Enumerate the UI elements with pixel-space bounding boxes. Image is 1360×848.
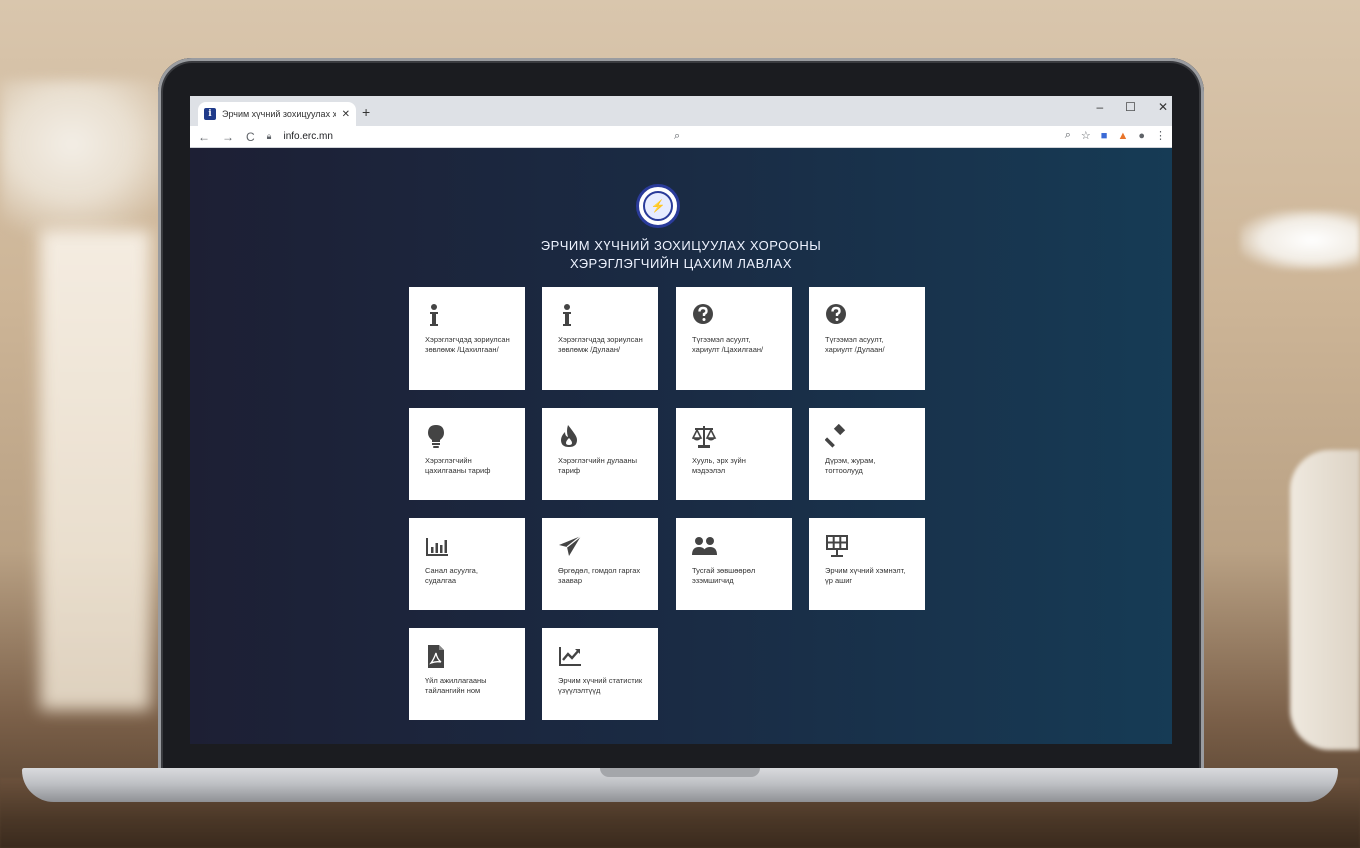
card-license-holders[interactable]: Тусгай зөвшөөрөл эзэмшигчид [676, 518, 792, 610]
info-icon [430, 304, 438, 326]
gavel-icon [825, 424, 846, 448]
card-faq-electricity[interactable]: Түгээмэл асуулт, хариулт /Цахилгаан/ [676, 287, 792, 390]
card-surveys[interactable]: Санал асуулга, судалгаа [409, 518, 525, 610]
balance-scale-icon [692, 426, 717, 448]
card-label: Өргөдөл, гомдол гаргах заавар [558, 566, 641, 585]
info-icon [563, 304, 571, 326]
laptop-screen: i Эрчим хүчний зохицуулах хорс ✕ + – ☐ ✕… [190, 96, 1172, 744]
forward-icon[interactable]: → [222, 130, 234, 144]
profile-avatar-icon[interactable]: ● [1138, 130, 1145, 142]
card-tips-electricity[interactable]: Хэрэглэгчдэд зориулсан зөвлөмж /Цахилгаа… [409, 287, 525, 390]
logo-tower-icon: ⚡ [643, 191, 673, 221]
card-electricity-tariff[interactable]: Хэрэглэгчийн цахилгааны тариф [409, 408, 525, 500]
question-circle-icon [693, 304, 713, 324]
browser-toolbar: ⌕ ☆ ■ ▲ ● ⋮ [1065, 129, 1166, 142]
card-label: Хэрэглэгчийн цахилгааны тариф [425, 456, 491, 475]
card-energy-efficiency[interactable]: Эрчим хүчний хэмнэлт, үр ашиг [809, 518, 925, 610]
laptop-notch [600, 768, 760, 777]
browser-tabbar: i Эрчим хүчний зохицуулах хорс ✕ + – ☐ ✕ [190, 96, 1172, 126]
card-label: Тусгай зөвшөөрөл эзэмшигчид [692, 566, 756, 585]
card-heating-tariff[interactable]: Хэрэглэгчийн дулааны тариф [542, 408, 658, 500]
background-right-lamp [1240, 210, 1360, 270]
card-rules-regulations[interactable]: Дүрэм, журам, тогтоолууд [809, 408, 925, 500]
card-label: Санал асуулга, судалгаа [425, 566, 478, 585]
pdf-file-icon [428, 645, 444, 668]
card-label: Хэрэглэгчдэд зориулсан зөвлөмж /Цахилгаа… [425, 335, 510, 354]
bar-chart-icon [426, 538, 448, 556]
card-label: Хууль, эрх зүйн мэдээлэл [692, 456, 746, 475]
card-label: Эрчим хүчний хэмнэлт, үр ашиг [825, 566, 906, 585]
web-page: ⚡ ЭРЧИМ ХҮЧНИЙ ЗОХИЦУУЛАХ ХОРООНЫ ХЭРЭГЛ… [190, 148, 1172, 744]
card-label: Эрчим хүчний статистик үзүүлэлтүүд [558, 676, 643, 695]
translate-extension-icon[interactable]: ■ [1101, 130, 1108, 142]
users-icon [692, 537, 717, 555]
background-window [40, 230, 150, 710]
card-label: Хэрэглэгчдэд зориулсан зөвлөмж /Дулаан/ [558, 335, 643, 354]
url-field[interactable]: info.erc.mn [283, 131, 332, 142]
paper-plane-icon [559, 535, 582, 556]
card-label: Дүрэм, журам, тогтоолууд [825, 456, 876, 475]
site-favicon-icon: i [204, 108, 216, 120]
page-title-line-2: ХЭРЭГЛЭГЧИЙН ЦАХИМ ЛАВЛАХ [569, 256, 792, 271]
erc-logo: ⚡ [636, 184, 680, 228]
card-tips-heating[interactable]: Хэрэглэгчдэд зориулсан зөвлөмж /Дулаан/ [542, 287, 658, 390]
page-title-line-1: ЭРЧИМ ХҮЧНИЙ ЗОХИЦУУЛАХ ХОРООНЫ [540, 238, 822, 253]
close-window-button[interactable]: ✕ [1158, 100, 1168, 114]
line-chart-icon [559, 647, 581, 666]
card-label: Үйл ажиллагааны тайлангийн ном [425, 676, 487, 695]
card-legal-info[interactable]: Хууль, эрх зүйн мэдээлэл [676, 408, 792, 500]
lightbulb-icon [428, 425, 444, 448]
card-faq-heating[interactable]: Түгээмэл асуулт, хариулт /Дулаан/ [809, 287, 925, 390]
background-lamp [0, 80, 180, 240]
tab-close-icon[interactable]: ✕ [342, 109, 350, 120]
back-icon[interactable]: ← [198, 130, 210, 144]
browser-addressbar: ← → C 🔒︎ info.erc.mn ⌕ ⌕ ☆ ■ ▲ ● ⋮ [190, 126, 1172, 148]
zoom-icon[interactable]: ⌕ [674, 130, 680, 143]
flame-icon [561, 425, 577, 447]
card-annual-report[interactable]: Үйл ажиллагааны тайлангийн ном [409, 628, 525, 720]
card-energy-statistics[interactable]: Эрчим хүчний статистик үзүүлэлтүүд [542, 628, 658, 720]
maximize-button[interactable]: ☐ [1125, 100, 1136, 114]
card-label: Түгээмэл асуулт, хариулт /Цахилгаан/ [692, 335, 764, 354]
pdf-extension-icon[interactable]: ▲ [1117, 130, 1128, 142]
window-controls: – ☐ ✕ [1096, 100, 1172, 114]
background-mug [1290, 450, 1360, 750]
card-label: Түгээмэл асуулт, хариулт /Дулаан/ [825, 335, 885, 354]
solar-panel-icon [826, 535, 848, 557]
zoom-lens-icon[interactable]: ⌕ [1065, 129, 1071, 142]
bookmark-star-icon[interactable]: ☆ [1081, 129, 1091, 142]
reload-icon[interactable]: C [246, 130, 255, 144]
question-circle-icon [826, 304, 846, 324]
card-complaint-guide[interactable]: Өргөдөл, гомдол гаргах заавар [542, 518, 658, 610]
tab-title: Эрчим хүчний зохицуулах хорс [222, 109, 336, 119]
browser-tab[interactable]: i Эрчим хүчний зохицуулах хорс ✕ [198, 102, 356, 126]
new-tab-button[interactable]: + [362, 104, 370, 120]
minimize-button[interactable]: – [1096, 100, 1103, 114]
lock-icon[interactable]: 🔒︎ [267, 131, 272, 142]
card-label: Хэрэглэгчийн дулааны тариф [558, 456, 638, 475]
menu-kebab-icon[interactable]: ⋮ [1155, 129, 1166, 142]
